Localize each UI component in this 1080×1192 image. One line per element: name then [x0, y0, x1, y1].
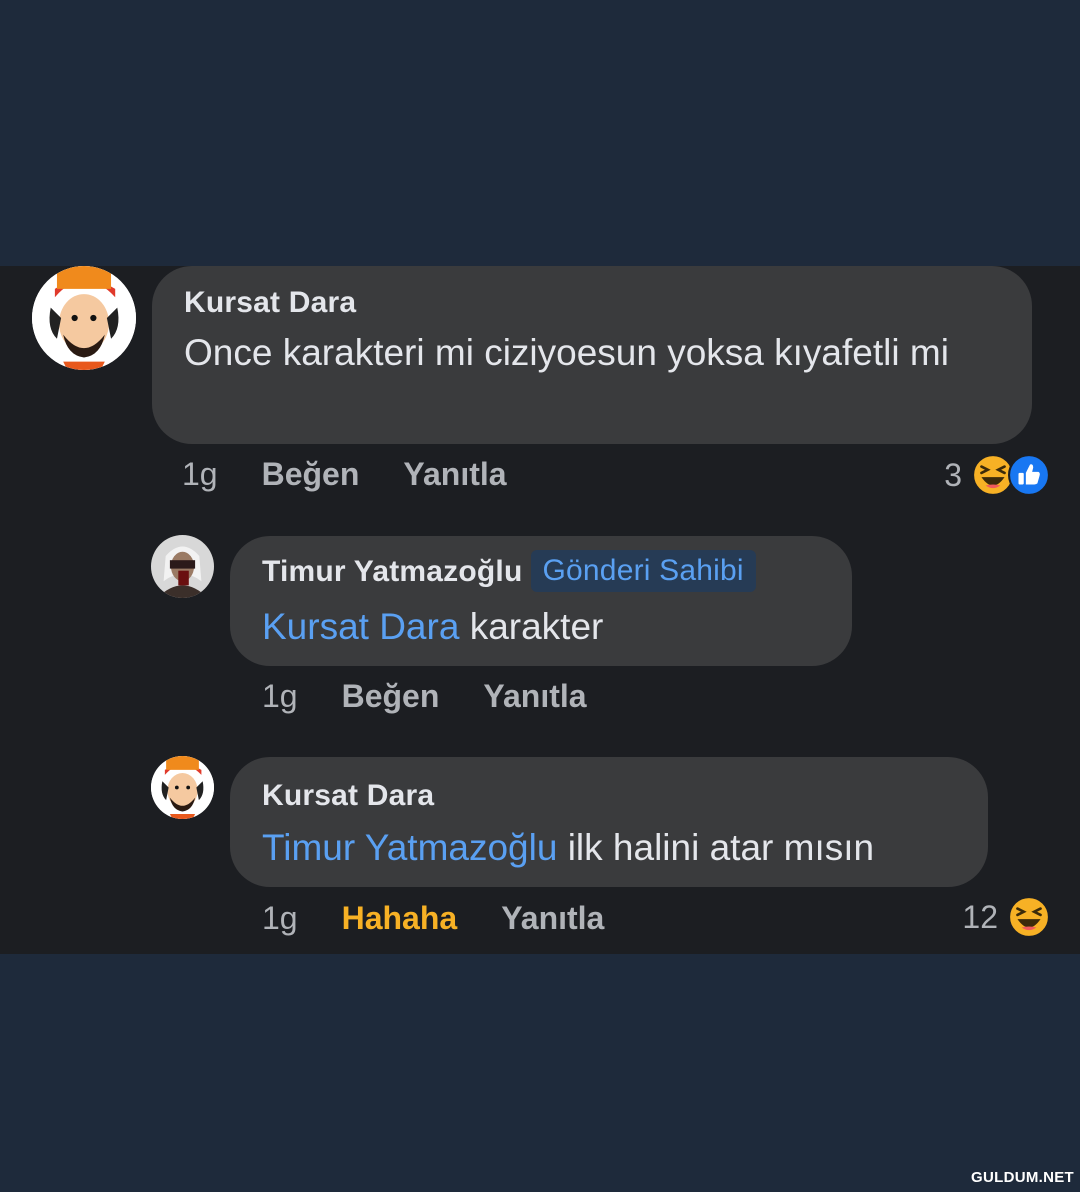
comment-author[interactable]: Kursat Dara [262, 779, 434, 813]
comment-bubble: Kursat Dara Timur Yatmazoğlu ilk halini … [230, 757, 988, 887]
like-icon [1008, 454, 1050, 496]
comment-text-line: Timur Yatmazoğlu ilk halini atar mısın [262, 823, 874, 873]
cartoon-avatar-icon [32, 266, 136, 370]
comment-text: ilk halini atar mısın [557, 827, 875, 868]
reply-button[interactable]: Yanıtla [483, 678, 586, 715]
reply-button[interactable]: Yanıtla [501, 900, 604, 937]
comment-text-line: Kursat Dara karakter [262, 602, 603, 652]
cartoon-avatar-icon [151, 756, 214, 819]
haha-icon [1008, 896, 1050, 938]
reply-button[interactable]: Yanıtla [403, 456, 506, 493]
comment-text: karakter [459, 606, 604, 647]
like-button[interactable]: Beğen [262, 456, 360, 493]
comment-text: Once karakteri mi ciziyoesun yoksa kıyaf… [184, 332, 949, 373]
comment-actions: 1g Beğen Yanıtla [182, 456, 507, 493]
comment-bubble: Timur Yatmazoğlu Gönderi Sahibi Kursat Da… [230, 536, 852, 666]
author-badge: Gönderi Sahibi [530, 550, 756, 592]
reaction-count: 12 [962, 898, 998, 935]
avatar[interactable] [151, 535, 214, 598]
reaction-summary[interactable]: 12 [962, 896, 1050, 938]
comment-actions: 1g Beğen Yanıtla [262, 678, 587, 715]
comment-actions: 1g Hahaha Yanıtla [262, 900, 604, 937]
reaction-summary[interactable]: 3 [944, 454, 1050, 496]
comment-author-line: Timur Yatmazoğlu Gönderi Sahibi [262, 550, 756, 592]
comment-thread: Kursat Dara Once karakteri mi ciziyoesun… [0, 266, 1080, 954]
comment-bubble: Kursat Dara Once karakteri mi ciziyoesun… [152, 266, 1032, 444]
avatar[interactable] [151, 756, 214, 819]
haha-reaction-button[interactable]: Hahaha [342, 900, 458, 937]
avatar[interactable] [32, 266, 136, 370]
witcher-avatar-icon [151, 535, 214, 598]
reaction-count: 3 [944, 456, 962, 493]
comment-author[interactable]: Kursat Dara [184, 286, 356, 320]
comment-mention[interactable]: Timur Yatmazoğlu [262, 827, 557, 868]
comment-time[interactable]: 1g [262, 678, 298, 715]
comment-time[interactable]: 1g [262, 900, 298, 937]
comment-mention[interactable]: Kursat Dara [262, 606, 459, 647]
watermark: GULDUM.NET [971, 1169, 1074, 1186]
like-button[interactable]: Beğen [342, 678, 440, 715]
comment-time[interactable]: 1g [182, 456, 218, 493]
comment-author[interactable]: Timur Yatmazoğlu [262, 555, 523, 588]
